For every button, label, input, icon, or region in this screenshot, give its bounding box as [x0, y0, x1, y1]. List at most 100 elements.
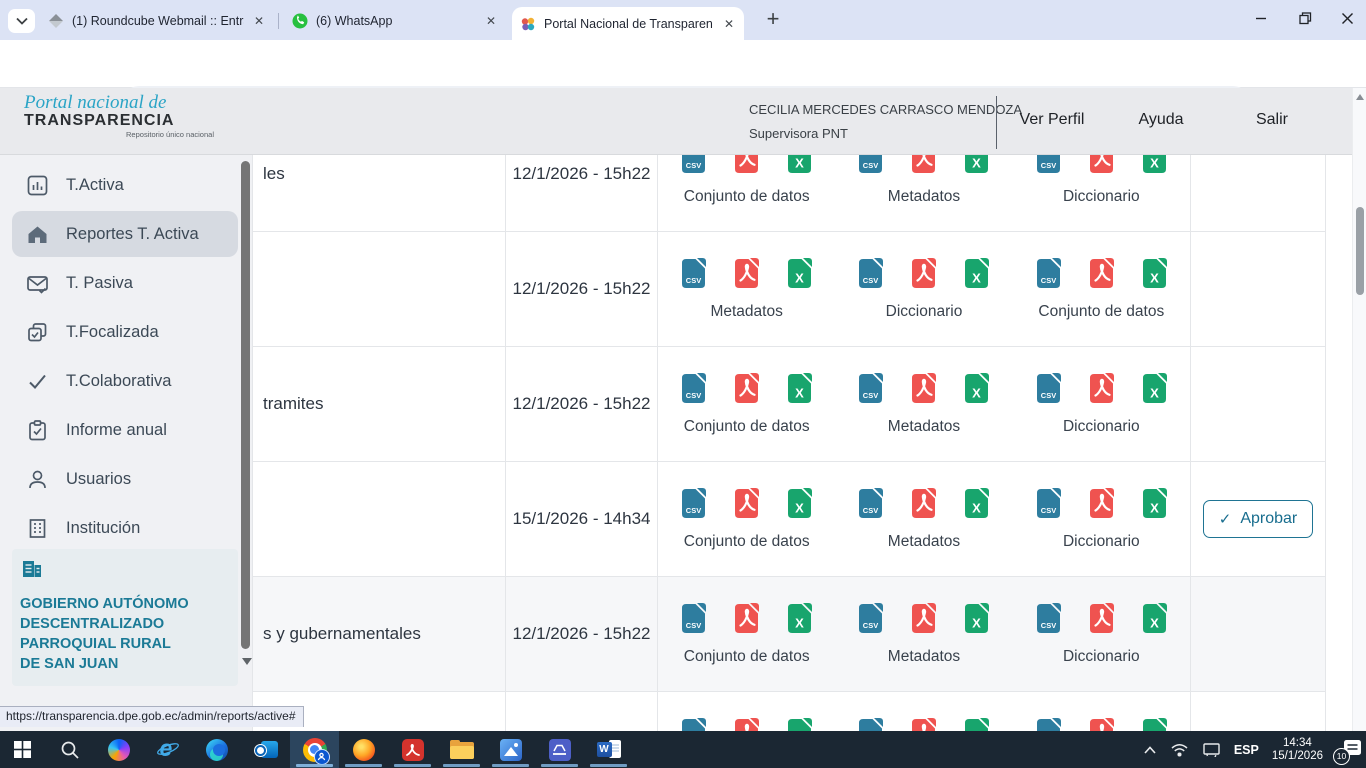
- csv-file-icon[interactable]: CSV: [680, 372, 707, 405]
- taskbar-explorer-icon[interactable]: [437, 731, 486, 768]
- taskbar-outlook-icon[interactable]: [241, 731, 290, 768]
- xlsx-file-icon[interactable]: X: [963, 257, 990, 290]
- sidebar-scroll-down-icon[interactable]: [242, 658, 252, 665]
- csv-file-icon[interactable]: CSV: [1035, 717, 1062, 731]
- taskbar-ie-icon[interactable]: e: [143, 731, 192, 768]
- csv-file-icon[interactable]: CSV: [680, 487, 707, 520]
- csv-file-icon[interactable]: CSV: [857, 155, 884, 175]
- xlsx-file-icon[interactable]: X: [786, 372, 813, 405]
- csv-file-icon[interactable]: CSV: [857, 487, 884, 520]
- xlsx-file-icon[interactable]: X: [1141, 717, 1168, 731]
- sidebar-item-t-activa[interactable]: T.Activa: [0, 161, 252, 209]
- window-close-button[interactable]: [1324, 0, 1366, 36]
- tray-expand-chevron-icon[interactable]: [1143, 745, 1157, 755]
- salir-link[interactable]: Salir: [1240, 111, 1304, 129]
- ver-perfil-link[interactable]: Ver Perfil: [1008, 111, 1096, 129]
- window-restore-button[interactable]: [1282, 0, 1328, 36]
- sidebar-scrollbar-thumb[interactable]: [241, 161, 250, 649]
- tab-close-icon[interactable]: ✕: [484, 14, 498, 28]
- keyboard-language-indicator[interactable]: ESP: [1234, 743, 1259, 757]
- pdf-file-icon[interactable]: [733, 257, 760, 290]
- csv-file-icon[interactable]: CSV: [680, 717, 707, 731]
- xlsx-file-icon[interactable]: X: [786, 257, 813, 290]
- csv-file-icon[interactable]: CSV: [857, 602, 884, 635]
- ayuda-link[interactable]: Ayuda: [1125, 111, 1197, 129]
- csv-file-icon[interactable]: CSV: [680, 602, 707, 635]
- pdf-file-icon[interactable]: [733, 372, 760, 405]
- pdf-file-icon[interactable]: [733, 602, 760, 635]
- taskbar-firefox-icon[interactable]: [339, 731, 388, 768]
- tab-whatsapp[interactable]: (6) WhatsApp ✕: [284, 6, 506, 36]
- xlsx-file-icon[interactable]: X: [963, 717, 990, 731]
- xlsx-file-icon[interactable]: X: [1141, 257, 1168, 290]
- csv-file-icon[interactable]: CSV: [1035, 372, 1062, 405]
- xlsx-file-icon[interactable]: X: [786, 155, 813, 175]
- pdf-file-icon[interactable]: [733, 155, 760, 175]
- csv-file-icon[interactable]: CSV: [857, 372, 884, 405]
- pdf-file-icon[interactable]: [733, 487, 760, 520]
- approve-button[interactable]: ✓Aprobar: [1203, 500, 1314, 538]
- tab-roundcube[interactable]: (1) Roundcube Webmail :: Entra ✕: [40, 6, 274, 36]
- taskbar-edge-icon[interactable]: [192, 731, 241, 768]
- page-scrollbar-thumb[interactable]: [1356, 207, 1364, 295]
- csv-file-icon[interactable]: CSV: [857, 717, 884, 731]
- taskbar-clock[interactable]: 14:34 15/1/2026: [1272, 737, 1323, 763]
- tab-portal-transparencia[interactable]: Portal Nacional de Transparen ✕: [512, 7, 744, 40]
- tab-close-icon[interactable]: ✕: [252, 14, 266, 28]
- sidebar-item-t-colaborativa[interactable]: T.Colaborativa: [0, 357, 252, 405]
- taskbar-photos-icon[interactable]: [486, 731, 535, 768]
- taskbar-scanner-app-icon[interactable]: [535, 731, 584, 768]
- pdf-file-icon[interactable]: [1088, 717, 1115, 731]
- wifi-icon[interactable]: [1170, 743, 1189, 757]
- sidebar-item-usuarios[interactable]: Usuarios: [0, 455, 252, 503]
- taskbar-search-icon[interactable]: [45, 731, 94, 768]
- sidebar-item-reportes-t-activa[interactable]: Reportes T. Activa: [12, 211, 238, 257]
- xlsx-file-icon[interactable]: X: [1141, 487, 1168, 520]
- csv-file-icon[interactable]: CSV: [1035, 602, 1062, 635]
- xlsx-file-icon[interactable]: X: [786, 602, 813, 635]
- csv-file-icon[interactable]: CSV: [680, 257, 707, 290]
- pdf-file-icon[interactable]: [910, 602, 937, 635]
- tab-search-button[interactable]: [8, 9, 35, 33]
- taskbar-chrome-icon[interactable]: [290, 731, 339, 768]
- pdf-file-icon[interactable]: [910, 487, 937, 520]
- xlsx-file-icon[interactable]: X: [963, 602, 990, 635]
- pdf-file-icon[interactable]: [910, 155, 937, 175]
- pdf-file-icon[interactable]: [1088, 155, 1115, 175]
- xlsx-file-icon[interactable]: X: [963, 155, 990, 175]
- csv-file-icon[interactable]: CSV: [1035, 257, 1062, 290]
- xlsx-file-icon[interactable]: X: [786, 717, 813, 731]
- xlsx-file-icon[interactable]: X: [786, 487, 813, 520]
- new-tab-button[interactable]: +: [760, 6, 786, 32]
- window-minimize-button[interactable]: [1238, 0, 1284, 36]
- taskbar-copilot-icon[interactable]: [94, 731, 143, 768]
- sidebar-item-informe-anual[interactable]: Informe anual: [0, 406, 252, 454]
- pdf-file-icon[interactable]: [910, 717, 937, 731]
- pdf-file-icon[interactable]: [733, 717, 760, 731]
- csv-file-icon[interactable]: CSV: [1035, 155, 1062, 175]
- sidebar-item-t-focalizada[interactable]: T.Focalizada: [0, 308, 252, 356]
- xlsx-file-icon[interactable]: X: [963, 372, 990, 405]
- sidebar-item-institucion[interactable]: Institución: [0, 504, 252, 552]
- start-button[interactable]: [0, 731, 45, 768]
- xlsx-file-icon[interactable]: X: [1141, 602, 1168, 635]
- xlsx-file-icon[interactable]: X: [963, 487, 990, 520]
- xlsx-file-icon[interactable]: X: [1141, 155, 1168, 175]
- csv-file-icon[interactable]: CSV: [680, 155, 707, 175]
- taskbar-word-icon[interactable]: W: [584, 731, 633, 768]
- page-scrollbar[interactable]: [1352, 88, 1366, 731]
- sidebar-item-t-pasiva[interactable]: T. Pasiva: [0, 259, 252, 307]
- pdf-file-icon[interactable]: [910, 372, 937, 405]
- pdf-file-icon[interactable]: [1088, 602, 1115, 635]
- scroll-up-icon[interactable]: [1356, 94, 1364, 100]
- sidebar-institution-block[interactable]: GOBIERNO AUTÓNOMO DESCENTRALIZADO PARROQ…: [12, 549, 238, 686]
- pdf-file-icon[interactable]: [1088, 372, 1115, 405]
- pdf-file-icon[interactable]: [910, 257, 937, 290]
- xlsx-file-icon[interactable]: X: [1141, 372, 1168, 405]
- cast-display-icon[interactable]: [1202, 742, 1221, 757]
- notification-center-icon[interactable]: 10: [1336, 738, 1362, 762]
- csv-file-icon[interactable]: CSV: [857, 257, 884, 290]
- taskbar-acrobat-icon[interactable]: [388, 731, 437, 768]
- tab-close-icon[interactable]: ✕: [722, 17, 736, 31]
- pdf-file-icon[interactable]: [1088, 257, 1115, 290]
